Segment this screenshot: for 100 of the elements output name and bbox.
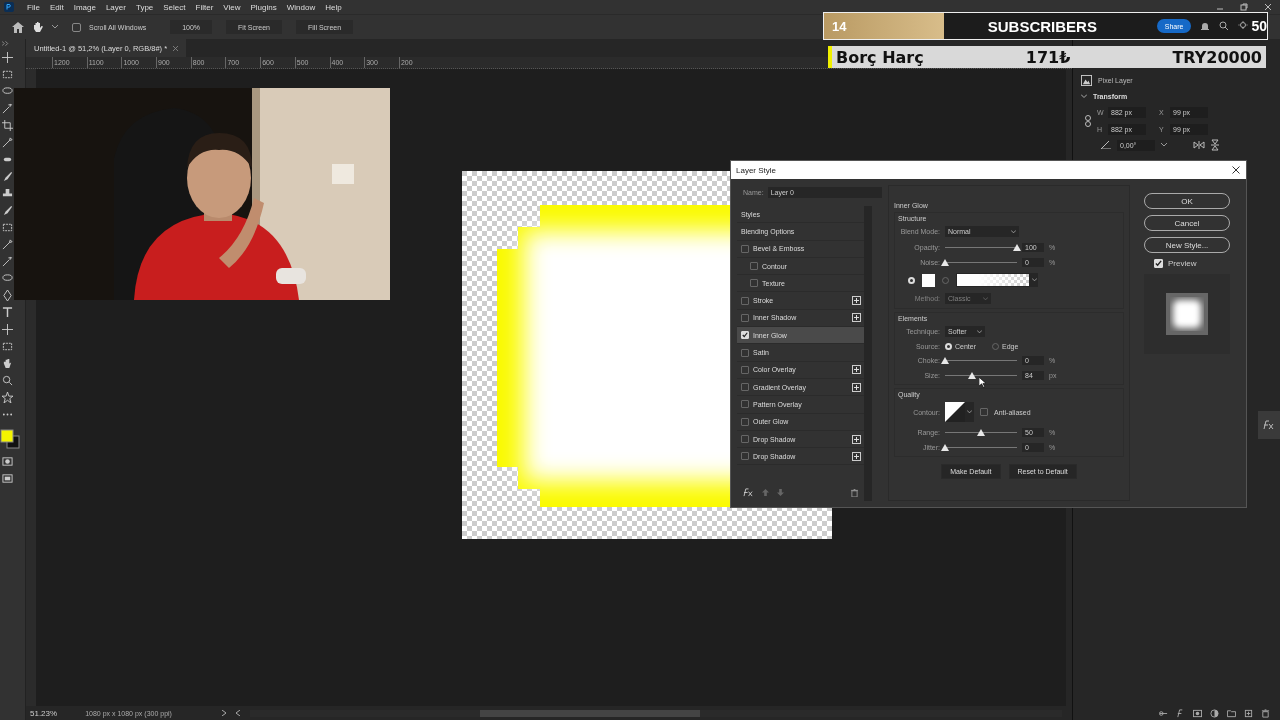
add-icon[interactable] (852, 434, 861, 444)
checkbox[interactable] (741, 383, 749, 392)
bell-icon[interactable] (1200, 21, 1211, 31)
tool-icon[interactable] (2, 222, 13, 233)
gradient-picker[interactable] (956, 273, 1038, 287)
close-icon[interactable] (1264, 3, 1272, 11)
tool-icon[interactable] (2, 341, 13, 352)
slider-thumb[interactable] (941, 259, 949, 266)
tool-icon[interactable] (2, 392, 13, 403)
tool-icon[interactable] (2, 188, 13, 199)
flip-vertical-icon[interactable] (1211, 139, 1219, 151)
contour-picker[interactable] (945, 402, 974, 422)
checkbox[interactable] (741, 348, 749, 357)
tool-icon[interactable] (2, 120, 13, 131)
tool-icon[interactable] (2, 375, 13, 386)
hand-icon[interactable] (32, 21, 44, 33)
fx-icon[interactable] (1262, 420, 1276, 430)
slider-thumb[interactable] (941, 444, 949, 451)
menu-item[interactable]: Help (320, 2, 347, 12)
color-swatches-icon[interactable] (0, 428, 20, 450)
chevron-right-icon[interactable] (221, 710, 226, 716)
home-icon[interactable] (12, 21, 24, 33)
menu-item[interactable]: Image (68, 2, 101, 12)
checkbox[interactable] (741, 452, 749, 461)
tool-icon[interactable] (2, 307, 13, 318)
checkbox[interactable] (741, 400, 749, 409)
caret-icon[interactable] (1032, 278, 1037, 282)
slider-thumb[interactable] (1013, 244, 1021, 251)
color-swatch[interactable] (922, 273, 935, 287)
checkbox[interactable] (750, 279, 758, 288)
dialog-button[interactable]: New Style... (1144, 237, 1230, 253)
caret-icon[interactable] (1011, 229, 1016, 234)
checkbox[interactable] (741, 435, 749, 443)
tool-icon[interactable] (2, 273, 13, 284)
tool-icon[interactable] (2, 171, 13, 182)
tool-icon[interactable] (2, 69, 13, 80)
menu-item[interactable]: View (218, 2, 246, 12)
checkbox[interactable] (72, 22, 81, 32)
add-icon[interactable] (852, 382, 861, 392)
layer-action-icon[interactable] (1227, 708, 1236, 718)
restore-icon[interactable] (1240, 3, 1248, 11)
search-icon[interactable] (1219, 21, 1230, 31)
tool-icon[interactable] (2, 290, 13, 301)
menu-item[interactable]: Filter (190, 2, 219, 12)
tool-icon[interactable] (2, 86, 13, 97)
layer-action-icon[interactable] (1193, 708, 1202, 718)
tool-icon[interactable] (2, 52, 13, 63)
add-icon[interactable] (852, 365, 861, 375)
tool-icon[interactable] (2, 256, 13, 267)
checkbox[interactable] (741, 244, 749, 253)
menu-item[interactable]: Layer (100, 2, 131, 12)
menu-item[interactable]: Type (130, 2, 159, 12)
fx-icon[interactable] (743, 488, 754, 497)
menu-item[interactable]: Window (281, 2, 321, 12)
checkbox[interactable] (741, 313, 749, 322)
menu-item[interactable]: Plugins (245, 2, 282, 12)
checkbox[interactable] (980, 408, 988, 416)
menu-item[interactable]: Select (158, 2, 191, 12)
caret-icon[interactable] (52, 25, 58, 29)
caret-icon[interactable] (1161, 143, 1167, 147)
add-icon[interactable] (852, 296, 861, 306)
caret-icon[interactable] (967, 410, 972, 414)
checkbox[interactable] (750, 262, 758, 271)
slider-thumb[interactable] (977, 429, 985, 436)
slider-thumb[interactable] (941, 357, 949, 364)
close-icon[interactable] (1232, 166, 1240, 174)
menu-item[interactable]: File (22, 2, 45, 12)
tool-icon[interactable] (2, 205, 13, 216)
slider-thumb[interactable] (968, 372, 977, 379)
chevron-icon[interactable] (1081, 93, 1087, 99)
mask-icon[interactable] (2, 456, 13, 467)
tool-icon[interactable] (2, 358, 13, 369)
layer-action-icon[interactable] (1244, 708, 1253, 718)
collapse-icon[interactable] (2, 41, 9, 46)
flip-horizontal-icon[interactable] (1193, 141, 1205, 149)
checkbox[interactable] (741, 296, 749, 305)
screen-mode-icon[interactable] (2, 473, 13, 484)
dialog-button[interactable]: Cancel (1144, 215, 1230, 231)
zoom-level[interactable]: 51.23% (30, 708, 58, 718)
layer-action-icon[interactable] (1210, 708, 1219, 718)
menu-item[interactable]: Edit (44, 2, 69, 12)
tool-icon[interactable] (2, 239, 13, 250)
tool-icon[interactable] (2, 103, 13, 114)
chevron-left-icon[interactable] (235, 710, 240, 716)
checkbox[interactable] (1154, 259, 1163, 268)
app-logo-icon[interactable] (4, 2, 14, 12)
layer-action-icon[interactable] (1159, 708, 1168, 718)
layer-action-icon[interactable] (1261, 708, 1270, 718)
link-icon[interactable] (1085, 114, 1091, 127)
add-icon[interactable] (852, 451, 861, 461)
scrollbar[interactable] (249, 709, 1062, 717)
dialog-button[interactable]: OK (1144, 193, 1230, 209)
checkbox[interactable] (741, 417, 749, 426)
trash-icon[interactable] (851, 488, 858, 497)
layer-action-icon[interactable] (1176, 708, 1185, 718)
tool-icon[interactable] (2, 324, 13, 335)
tool-icon[interactable] (2, 137, 13, 148)
add-icon[interactable] (852, 313, 861, 323)
caret-icon[interactable] (977, 329, 982, 334)
checkbox[interactable] (741, 365, 749, 374)
